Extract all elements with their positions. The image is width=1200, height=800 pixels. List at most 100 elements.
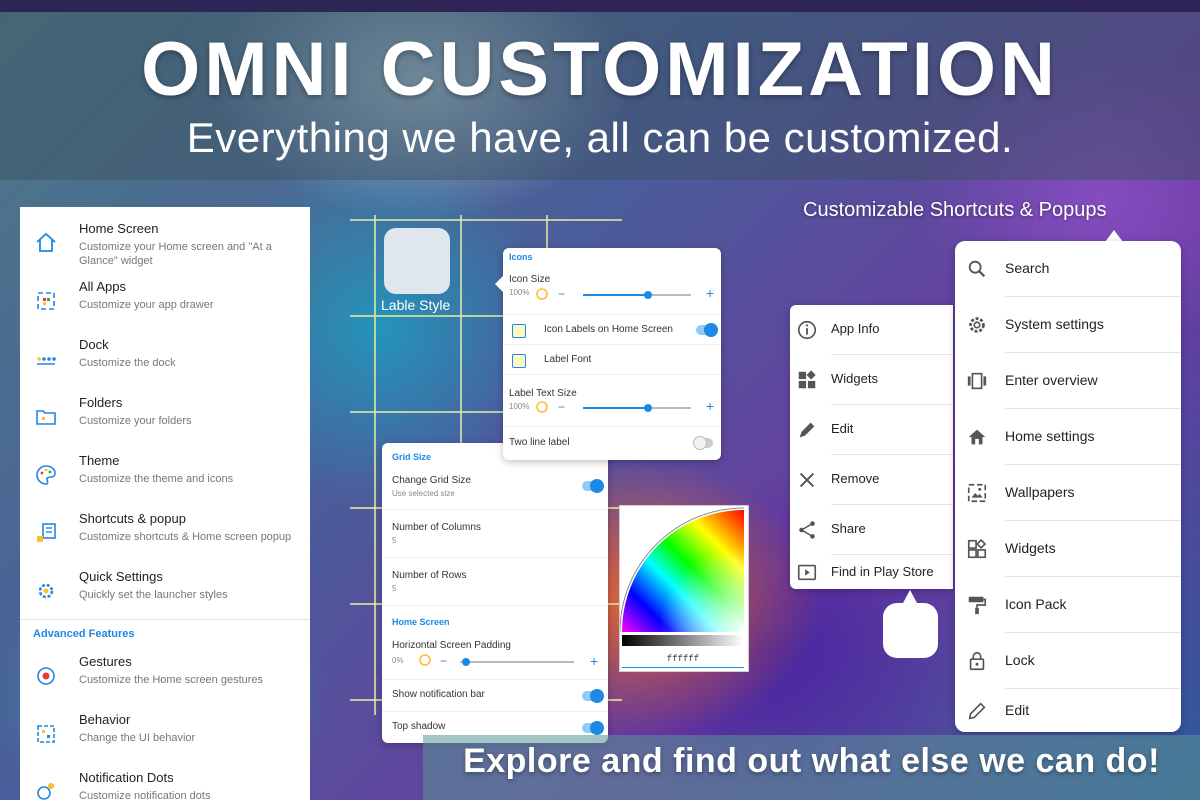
settings-item-all-apps[interactable]: All Apps Customize your app drawer [20,271,310,329]
divider [382,557,608,558]
folder-icon [36,410,56,425]
widgets-item[interactable]: Widgets [790,355,953,405]
settings-item-dock[interactable]: Dock Customize the dock [20,329,310,387]
label-font-row[interactable]: Label Font [503,344,721,375]
settings-item-desc: Change the UI behavior [79,732,196,744]
top-shadow-toggle[interactable] [582,721,604,735]
columns-label[interactable]: Number of Columns [392,522,481,533]
decrease-padding-button[interactable]: − [440,655,447,667]
settings-item-theme[interactable]: Theme Customize the theme and icons [20,445,310,503]
top-shadow-label: Top shadow [392,721,446,732]
edit-item[interactable]: Edit [790,405,953,455]
menu-item-label: Edit [1005,702,1030,718]
two-line-label: Two line label [509,437,570,448]
reset-icon[interactable] [535,400,549,414]
icons-popup: Icons Icon Size 100% − + Icon Labels on … [495,248,721,460]
settings-item-desc: Customize your folders [79,415,192,427]
menu-item-enter-overview[interactable]: Enter overview [955,353,1181,409]
reset-icon[interactable] [418,653,432,667]
color-picker: ffffff [619,505,749,672]
label-text-size-label: Label Text Size [509,388,577,399]
settings-item-desc: Customize your app drawer [79,299,214,311]
icon-labels-row[interactable]: Icon Labels on Home Screen [503,314,721,345]
divider [382,711,608,712]
overview-icon [967,372,987,390]
menu-item-label: System settings [1005,316,1104,332]
decrease-label-size-button[interactable]: − [558,401,565,413]
label-size-slider-fill [583,407,648,409]
increase-icon-size-button[interactable]: + [706,286,714,300]
app-info-item[interactable]: App Info [790,305,953,355]
rows-value: 5 [392,584,397,593]
settings-item-gestures[interactable]: Gestures Customize the Home screen gestu… [20,646,310,704]
two-line-row[interactable]: Two line label [503,426,721,459]
settings-item-shortcuts-popup[interactable]: Shortcuts & popup Customize shortcuts & … [20,503,310,561]
menu-item-home-settings[interactable]: Home settings [955,409,1181,465]
hero-title: OMNI CUSTOMIZATION [141,27,1059,112]
menu-item-wallpapers[interactable]: Wallpapers [955,465,1181,521]
play-store-item[interactable]: Find in Play Store [790,555,953,589]
notification-bar-toggle[interactable] [582,689,604,703]
icon-size-slider-fill [583,294,648,296]
app-popup-label: Share [831,521,866,536]
padding-slider-knob[interactable] [462,658,470,666]
home-icon [968,429,986,445]
settings-item-desc: Customize the dock [79,357,176,369]
color-wheel[interactable] [620,506,748,651]
divider [382,509,608,510]
menu-item-edit[interactable]: Edit [955,689,1181,732]
change-grid-size-label: Change Grid Size [392,475,471,486]
menu-item-search[interactable]: Search [955,241,1181,297]
label-font-label: Label Font [544,354,592,365]
settings-item-title: Home Screen [79,221,159,236]
settings-item-title: Behavior [79,712,131,727]
icon-labels-label: Icon Labels on Home Screen [544,324,673,335]
info-icon [797,320,817,340]
menu-item-system-settings[interactable]: System settings [955,297,1181,353]
paint-roller-icon [968,596,987,615]
bottom-banner-text: Explore and find out what else we can do… [463,742,1160,780]
menu-item-label: Lock [1005,652,1035,668]
settings-item-title: Notification Dots [79,770,174,785]
home-icon [36,232,56,252]
rows-label[interactable]: Number of Rows [392,570,466,581]
label-size-slider-knob[interactable] [643,404,652,412]
increase-padding-button[interactable]: + [590,654,598,668]
settings-item-quick-settings[interactable]: Quick Settings Quickly set the launcher … [20,561,310,619]
increase-label-size-button[interactable]: + [706,399,714,413]
reset-icon[interactable] [535,287,549,301]
shortcut-menu: Search System settings Enter overview Ho… [955,241,1181,732]
settings-item-title: Shortcuts & popup [79,511,186,526]
settings-item-notification-dots[interactable]: Notification Dots Customize notification… [20,762,310,800]
change-grid-size-desc: Use selected size [392,489,455,498]
change-grid-size-toggle[interactable] [582,479,604,493]
padding-label: Horizontal Screen Padding [392,640,511,651]
two-line-toggle[interactable] [693,436,713,450]
popup-arrow [495,276,503,292]
menu-item-label: Home settings [1005,428,1095,444]
advanced-features-heading: Advanced Features [33,628,135,640]
columns-value: 5 [392,536,397,545]
menu-item-label: Icon Pack [1005,596,1067,612]
menu-item-lock[interactable]: Lock [955,633,1181,689]
app-icon-tile[interactable] [883,603,938,658]
icon-labels-toggle[interactable] [696,323,718,337]
settings-item-folders[interactable]: Folders Customize your folders [20,387,310,445]
remove-item[interactable]: Remove [790,455,953,505]
settings-item-behavior[interactable]: Behavior Change the UI behavior [20,704,310,762]
icons-heading: Icons [509,252,533,262]
font-icon [512,354,526,368]
brightness-slider[interactable] [622,635,743,646]
app-popup-label: Widgets [831,371,878,386]
app-popup-label: App Info [831,321,880,336]
hex-input[interactable]: ffffff [622,654,744,668]
padding-slider[interactable] [460,661,574,663]
menu-item-widgets[interactable]: Widgets [955,521,1181,577]
icon-size-slider-knob[interactable] [643,291,652,299]
label-icon [512,324,526,338]
settings-item-desc: Customize the theme and icons [79,473,234,485]
menu-item-icon-pack[interactable]: Icon Pack [955,577,1181,633]
decrease-icon-size-button[interactable]: − [558,288,565,300]
share-item[interactable]: Share [790,505,953,555]
settings-item-home-screen[interactable]: Home Screen Customize your Home screen a… [20,213,310,271]
